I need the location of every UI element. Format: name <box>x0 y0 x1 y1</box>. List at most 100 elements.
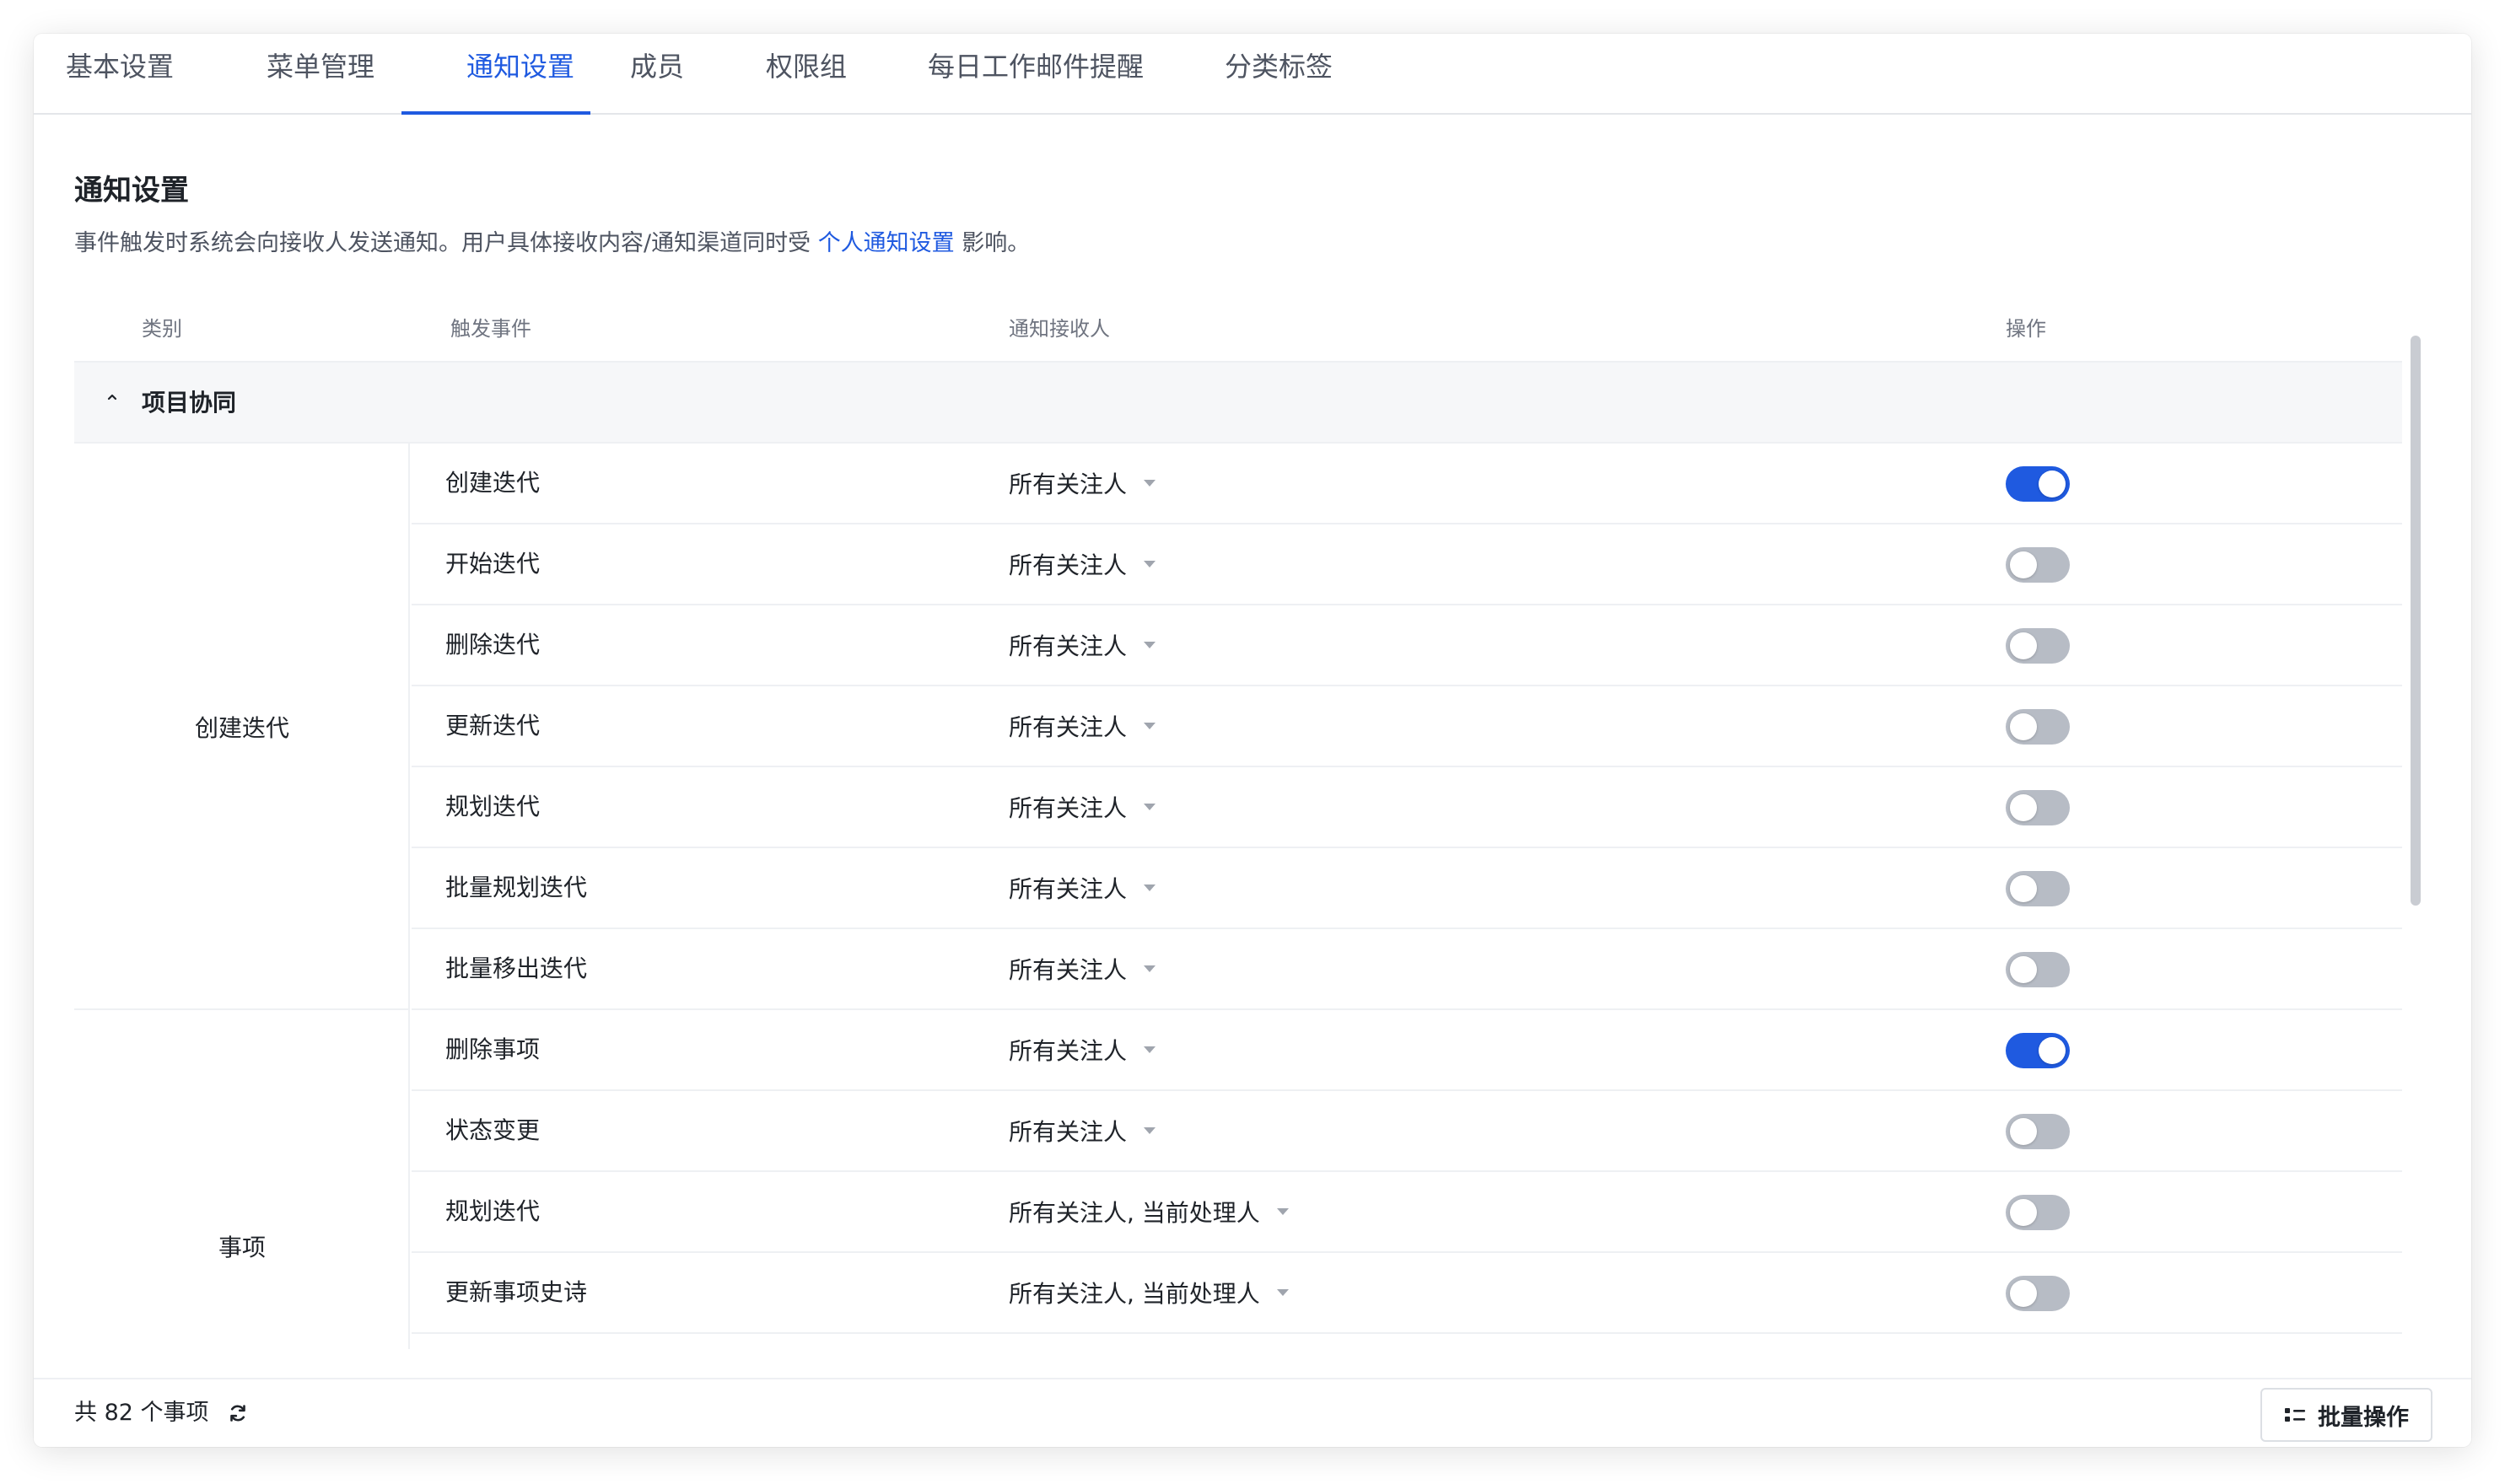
tab-daily-email-reminder[interactable]: 每日工作邮件提醒 <box>928 34 1144 115</box>
recipient-select[interactable]: 所有关注人 <box>1009 848 1156 928</box>
recipient-select[interactable]: 所有关注人 <box>1009 1091 1156 1170</box>
table-footer: 共 82 个事项 批量操作 <box>34 1378 2471 1447</box>
column-header-category: 类别 <box>142 317 182 341</box>
notification-table: 类别 触发事件 通知接收人 操作 项目协同 创建迭代 创建迭代 所有关注人 开始… <box>74 295 2402 1349</box>
notification-toggle[interactable] <box>2006 709 2070 745</box>
tab-permission-groups[interactable]: 权限组 <box>766 34 847 115</box>
tab-category-tags[interactable]: 分类标签 <box>1225 34 1333 115</box>
caret-down-icon <box>1276 1208 1289 1215</box>
group-label: 项目协同 <box>142 389 237 417</box>
page-title: 通知设置 <box>74 174 189 207</box>
recipient-select[interactable]: 所有关注人 <box>1009 444 1156 523</box>
caret-down-icon <box>1144 480 1156 487</box>
section-description: 事件触发时系统会向接收人发送通知。用户具体接收内容/通知渠道同时受 个人通知设置… <box>74 224 1030 257</box>
caret-down-icon <box>1144 561 1156 567</box>
caret-down-icon <box>1144 723 1156 729</box>
group-row-project-collaboration[interactable]: 项目协同 <box>74 363 2402 444</box>
recipient-select[interactable]: 所有关注人 <box>1009 605 1156 685</box>
toggle-knob <box>2039 470 2066 497</box>
recipient-select[interactable]: 所有关注人 <box>1009 524 1156 604</box>
caret-down-icon <box>1144 884 1156 891</box>
table-row: 创建迭代 所有关注人 <box>412 444 2402 524</box>
tab-menu-management[interactable]: 菜单管理 <box>267 34 374 115</box>
recipient-value: 所有关注人 <box>1009 551 1128 579</box>
table-row: 删除事项 所有关注人 <box>412 1010 2402 1091</box>
category-cell: 事项 <box>74 1010 410 1349</box>
toggle-knob <box>2010 551 2037 578</box>
table-header: 类别 触发事件 通知接收人 操作 <box>74 295 2402 363</box>
list-icon <box>2285 1408 2305 1422</box>
notification-toggle[interactable] <box>2006 628 2070 664</box>
notification-toggle[interactable] <box>2006 790 2070 825</box>
category-cell: 创建迭代 <box>74 444 410 1010</box>
recipient-select[interactable]: 所有关注人 <box>1009 929 1156 1008</box>
toggle-knob <box>2010 956 2037 983</box>
event-name: 状态变更 <box>445 1116 541 1144</box>
recipient-select[interactable]: 所有关注人 <box>1009 767 1156 847</box>
recipient-select[interactable]: 所有关注人, 当前处理人 <box>1009 1253 1289 1332</box>
recipient-value: 所有关注人 <box>1009 470 1128 498</box>
notification-toggle[interactable] <box>2006 1114 2070 1149</box>
table-row: 规划迭代 所有关注人 <box>412 767 2402 848</box>
recipient-value: 所有关注人 <box>1009 632 1128 660</box>
column-header-action: 操作 <box>2006 317 2046 341</box>
event-name: 规划迭代 <box>445 793 541 820</box>
recipient-select[interactable]: 所有关注人, 当前处理人 <box>1009 1172 1289 1251</box>
description-suffix: 影响。 <box>954 230 1031 256</box>
scrollbar-thumb[interactable] <box>2411 336 2421 906</box>
event-name: 删除事项 <box>445 1035 541 1063</box>
category-label: 事项 <box>218 1234 266 1261</box>
recipient-value: 所有关注人, 当前处理人 <box>1009 1280 1260 1308</box>
batch-operation-button[interactable]: 批量操作 <box>2260 1388 2432 1442</box>
recipient-value: 所有关注人 <box>1009 956 1128 984</box>
event-name: 删除迭代 <box>445 631 541 659</box>
event-name: 规划迭代 <box>445 1197 541 1225</box>
tab-basic-settings[interactable]: 基本设置 <box>66 34 174 115</box>
description-text: 事件触发时系统会向接收人发送通知。用户具体接收内容/通知渠道同时受 <box>74 230 818 256</box>
notification-toggle[interactable] <box>2006 871 2070 906</box>
personal-notification-settings-link[interactable]: 个人通知设置 <box>818 230 955 256</box>
recipient-value: 所有关注人 <box>1009 794 1128 822</box>
settings-tab-bar: 基本设置 菜单管理 通知设置 成员 权限组 每日工作邮件提醒 分类标签 <box>34 34 2471 115</box>
event-name: 创建迭代 <box>445 469 541 497</box>
table-scrollbar[interactable] <box>2404 295 2424 1349</box>
table-row: 批量移出迭代 所有关注人 <box>412 929 2402 1010</box>
event-name: 批量移出迭代 <box>445 954 588 982</box>
notification-toggle[interactable] <box>2006 1276 2070 1311</box>
toggle-knob <box>2010 632 2037 659</box>
notification-toggle[interactable] <box>2006 1195 2070 1230</box>
toggle-knob <box>2010 713 2037 740</box>
notification-toggle[interactable] <box>2006 1033 2070 1068</box>
refresh-icon[interactable] <box>228 1403 248 1423</box>
chevron-up-icon[interactable] <box>106 391 118 403</box>
table-row: 批量规划迭代 所有关注人 <box>412 848 2402 929</box>
caret-down-icon <box>1144 965 1156 972</box>
caret-down-icon <box>1144 1046 1156 1053</box>
column-header-recipient: 通知接收人 <box>1009 317 1110 341</box>
table-row: 更新事项史诗 所有关注人, 当前处理人 <box>412 1253 2402 1334</box>
toggle-knob <box>2010 875 2037 902</box>
toggle-knob <box>2039 1037 2066 1064</box>
tab-members[interactable]: 成员 <box>630 34 684 115</box>
event-name: 更新事项史诗 <box>445 1278 588 1306</box>
recipient-value: 所有关注人 <box>1009 875 1128 903</box>
recipient-select[interactable]: 所有关注人 <box>1009 686 1156 766</box>
notification-toggle[interactable] <box>2006 466 2070 502</box>
recipient-value: 所有关注人, 当前处理人 <box>1009 1199 1260 1227</box>
table-row: 状态变更 所有关注人 <box>412 1091 2402 1172</box>
table-row: 更新迭代 所有关注人 <box>412 686 2402 767</box>
toggle-knob <box>2010 1118 2037 1145</box>
caret-down-icon <box>1144 804 1156 810</box>
notification-toggle[interactable] <box>2006 952 2070 987</box>
recipient-value: 所有关注人 <box>1009 1118 1128 1146</box>
recipient-select[interactable]: 所有关注人 <box>1009 1010 1156 1089</box>
tab-notification-settings[interactable]: 通知设置 <box>466 34 574 115</box>
recipient-value: 所有关注人 <box>1009 713 1128 741</box>
notification-toggle[interactable] <box>2006 547 2070 583</box>
settings-window: 基本设置 菜单管理 通知设置 成员 权限组 每日工作邮件提醒 分类标签 通知设置… <box>34 34 2471 1447</box>
column-header-event: 触发事件 <box>450 317 531 341</box>
toggle-knob <box>2010 794 2037 821</box>
batch-operation-label: 批量操作 <box>2318 1404 2409 1431</box>
caret-down-icon <box>1144 1127 1156 1134</box>
event-name: 更新迭代 <box>445 712 541 739</box>
